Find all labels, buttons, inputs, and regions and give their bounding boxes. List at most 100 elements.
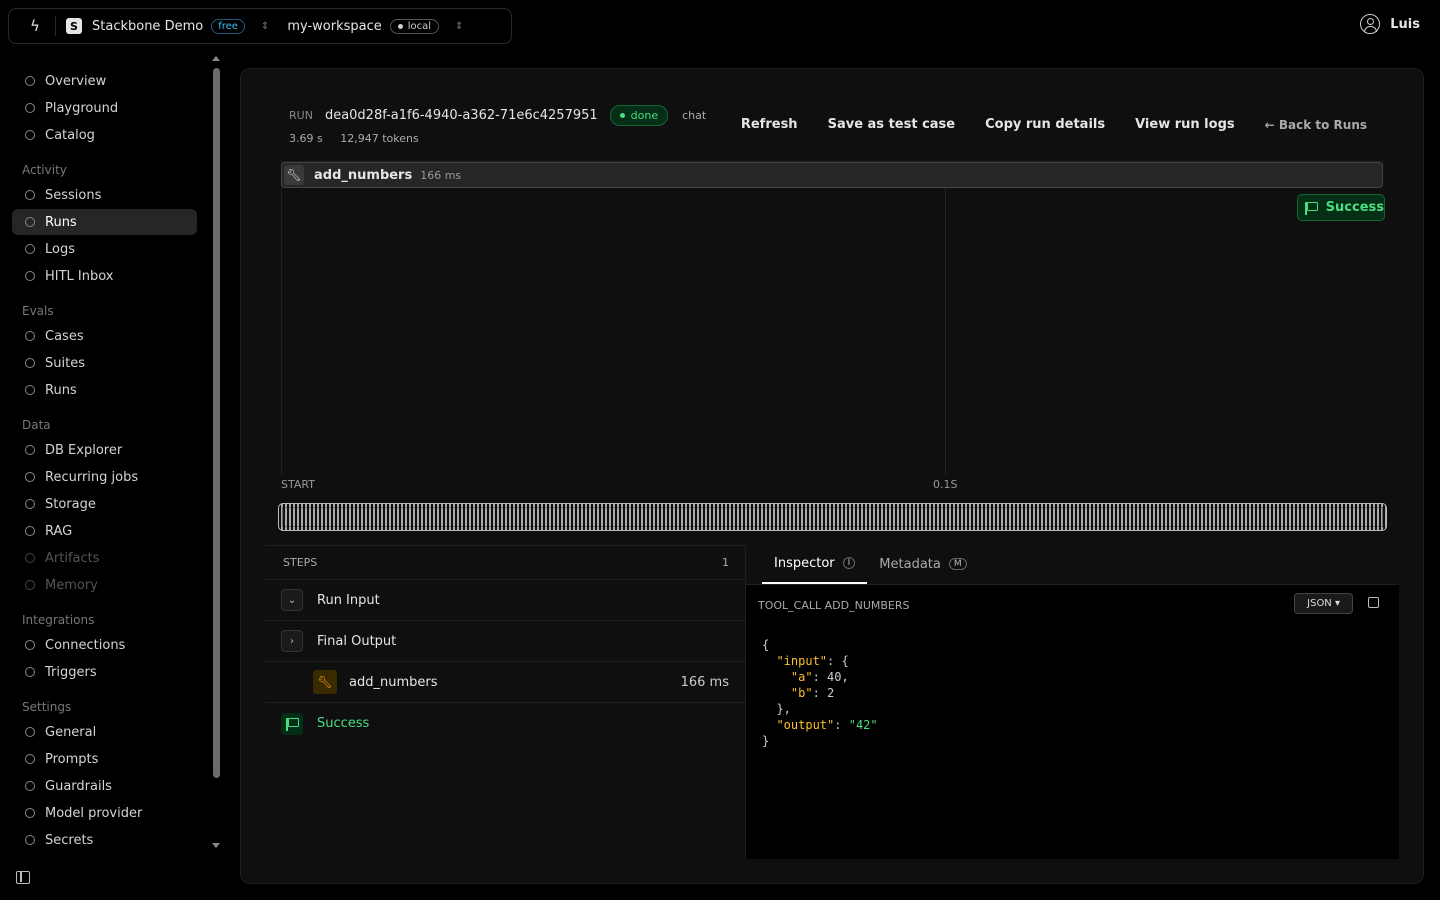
user-name: Luis [1390, 16, 1420, 32]
sidebar-item-catalog[interactable]: Catalog [12, 122, 197, 148]
sidebar-item-runs[interactable]: Runs [12, 209, 197, 235]
step-final-output[interactable]: › Final Output [265, 621, 745, 662]
sidebar-item-hitl-inbox[interactable]: HITL Inbox [12, 263, 197, 289]
list-icon [25, 190, 35, 200]
back-to-runs-link[interactable]: ← Back to Runs [1265, 118, 1367, 132]
chevron-right-icon[interactable]: › [281, 630, 303, 652]
sidebar-item-playground[interactable]: Playground [12, 95, 197, 121]
sidebar-item-sessions[interactable]: Sessions [12, 182, 197, 208]
sidebar-toggle-icon[interactable] [16, 871, 30, 884]
sidebar-item-connections[interactable]: Connections [12, 632, 197, 658]
save-as-test-case-button[interactable]: Save as test case [828, 117, 956, 132]
sidebar-item-cases[interactable]: Cases [12, 323, 197, 349]
sidebar-item-label: Model provider [45, 805, 143, 821]
sidebar-item-guardrails[interactable]: Guardrails [12, 773, 197, 799]
shortcut-key: I [842, 557, 856, 569]
catalog-icon [25, 130, 35, 140]
view-run-logs-button[interactable]: View run logs [1135, 117, 1235, 132]
scroll-up-icon[interactable] [212, 56, 220, 61]
sidebar-item-label: Connections [45, 637, 126, 653]
org-chevron-icon[interactable]: ⇕ [261, 21, 269, 32]
env-label: local [407, 20, 432, 32]
sidebar-scrollbar[interactable] [212, 56, 220, 856]
sidebar-item-triggers[interactable]: Triggers [12, 659, 197, 685]
chevron-down-icon[interactable]: ⌄ [281, 589, 303, 611]
scroll-thumb[interactable] [213, 68, 220, 778]
sidebar-item-general[interactable]: General [12, 719, 197, 745]
sidebar-item-rag[interactable]: RAG [12, 518, 197, 544]
format-select[interactable]: JSON ▾ [1294, 593, 1353, 614]
axis-mid-label: 0.1S [933, 478, 958, 491]
sidebar-item-eval-runs[interactable]: Runs [12, 377, 197, 403]
step-success[interactable]: Success [265, 703, 745, 744]
sidebar-item-label: Runs [45, 214, 77, 230]
workspace-chevron-icon[interactable]: ⇕ [455, 21, 463, 32]
sidebar-item-label: Triggers [45, 664, 97, 680]
step-label: Success [317, 716, 370, 731]
sidebar-item-label: Logs [45, 241, 75, 257]
nav-group-settings: Settings [22, 700, 72, 714]
play-icon [25, 103, 35, 113]
trigger-icon [25, 667, 35, 677]
storage-icon [25, 499, 35, 509]
sidebar-nav: Overview Playground Catalog Activity Ses… [12, 68, 197, 854]
refresh-button[interactable]: Refresh [741, 117, 798, 132]
tab-metadata[interactable]: Metadata M [867, 544, 978, 584]
json-viewer: { "input": { "a": 40, "b": 2 }, "output"… [762, 638, 878, 748]
copy-run-details-button[interactable]: Copy run details [985, 117, 1105, 132]
plan-badge: free [211, 18, 245, 34]
sidebar-item-logs[interactable]: Logs [12, 236, 197, 262]
json-value-output: 42 [855, 718, 871, 732]
timeline-span[interactable]: 🔧︎ add_numbers 166 ms [281, 162, 1383, 188]
sidebar-item-label: Playground [45, 100, 119, 116]
wrench-icon: 🔧︎ [313, 670, 337, 694]
chart-icon [25, 385, 35, 395]
timeline-scrubber[interactable] [278, 503, 1387, 531]
run-label: RUN [289, 109, 313, 122]
run-detail-panel: RUN dea0d28f-a1f6-4940-a362-71e6c4257951… [240, 68, 1424, 884]
span-name: add_numbers [314, 167, 413, 183]
success-marker[interactable]: Success [1297, 194, 1385, 221]
sidebar-item-recurring-jobs[interactable]: Recurring jobs [12, 464, 197, 490]
sidebar-item-label: Guardrails [45, 778, 112, 794]
sidebar-item-label: Recurring jobs [45, 469, 139, 485]
sidebar-item-label: Suites [45, 355, 85, 371]
scroll-down-icon[interactable] [212, 843, 220, 848]
json-value-a: 40 [827, 670, 842, 684]
run-id: dea0d28f-a1f6-4940-a362-71e6c4257951 [324, 108, 598, 123]
org-avatar: S [66, 18, 82, 34]
org-name[interactable]: Stackbone Demo [92, 19, 203, 34]
run-stats: 3.69 s 12,947 tokens [289, 132, 706, 145]
model-icon [25, 808, 35, 818]
trace-timeline: 🔧︎ add_numbers 166 ms Success [281, 161, 1385, 477]
database-icon [25, 445, 35, 455]
sidebar-item-label: Prompts [45, 751, 99, 767]
inspector-panel: Inspector I Metadata M TOOL_CALL ADD_NUM… [745, 545, 1399, 859]
flag-icon [1304, 201, 1318, 215]
sidebar-item-overview[interactable]: Overview [12, 68, 197, 94]
sidebar-item-suites[interactable]: Suites [12, 350, 197, 376]
sidebar-item-storage[interactable]: Storage [12, 491, 197, 517]
sidebar-item-secrets[interactable]: Secrets [12, 827, 197, 853]
step-tool-call[interactable]: 🔧︎ add_numbers 166 ms [265, 662, 745, 703]
run-duration: 3.69 s [289, 132, 323, 145]
step-run-input[interactable]: ⌄ Run Input [265, 580, 745, 621]
shield-icon [25, 781, 35, 791]
steps-header: STEPS 1 [265, 546, 745, 580]
memory-icon [25, 580, 35, 590]
user-menu[interactable]: Luis [1360, 14, 1420, 34]
env-badge: local [389, 18, 440, 34]
sidebar-item-db-explorer[interactable]: DB Explorer [12, 437, 197, 463]
workspace-name[interactable]: my-workspace [287, 19, 381, 34]
sidebar: Overview Playground Catalog Activity Ses… [0, 56, 226, 856]
sidebar-item-model-provider[interactable]: Model provider [12, 800, 197, 826]
divider [55, 16, 56, 36]
tab-inspector[interactable]: Inspector I [762, 544, 868, 584]
stackbone-logo-icon[interactable]: ϟ [23, 14, 47, 38]
status-label: done [630, 109, 659, 122]
prompt-icon [25, 754, 35, 764]
key-icon [25, 835, 35, 845]
status-badge: done [609, 105, 669, 126]
sidebar-item-prompts[interactable]: Prompts [12, 746, 197, 772]
copy-icon[interactable] [1368, 597, 1379, 608]
